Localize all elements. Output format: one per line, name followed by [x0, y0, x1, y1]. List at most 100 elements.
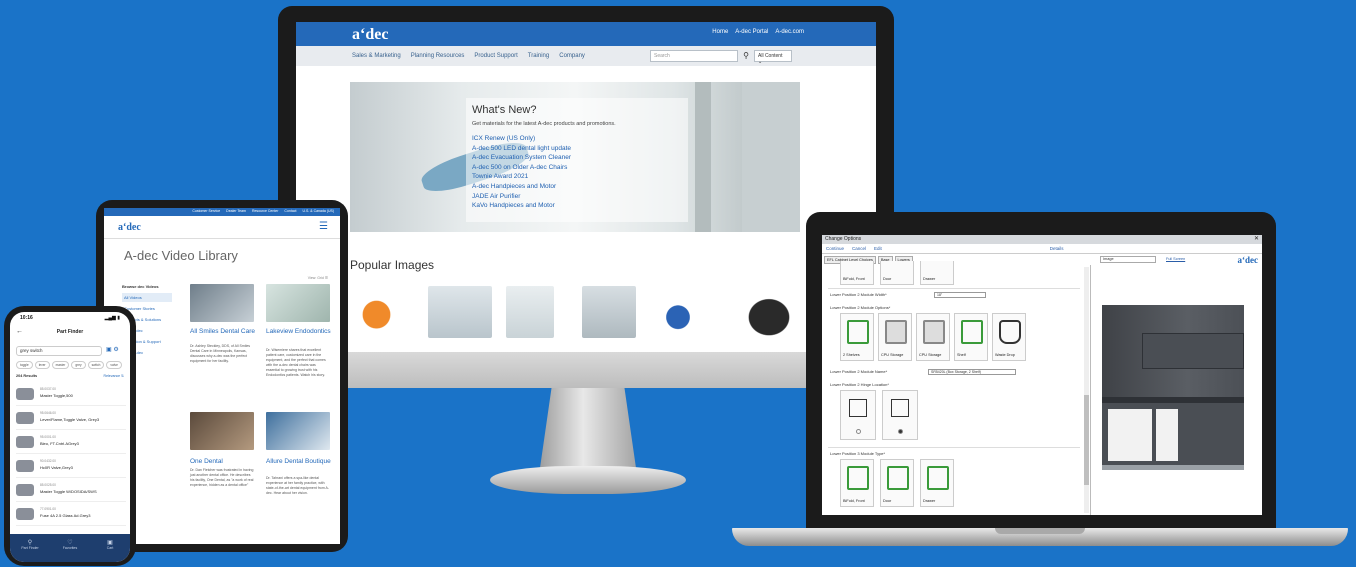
video-card-title[interactable]: All Smiles Dental Care [190, 328, 260, 336]
desktop-monitor-foot [490, 466, 686, 494]
module-type-door[interactable]: Door [880, 459, 914, 507]
whats-new-link[interactable]: JADE Air Purifier [472, 192, 682, 202]
scrollbar-thumb[interactable] [1084, 395, 1089, 485]
top-link-home[interactable]: Home [712, 29, 728, 35]
tab-part-finder[interactable]: ⚲ Part Finder [15, 539, 45, 562]
hinge-right-option[interactable] [882, 390, 918, 440]
module-type-drawer[interactable]: Drawer [920, 459, 954, 507]
whats-new-link[interactable]: A-dec 500 LED dental light update [472, 144, 682, 154]
phone-page-title: Part Finder [56, 329, 84, 335]
filter-chips: toggle lever master grey switch valve [16, 361, 126, 369]
nav-planning-resources[interactable]: Planning Resources [411, 53, 465, 59]
tablet-top-link[interactable]: U.S. & Canada (US) [302, 209, 334, 213]
module-option-cpu-storage[interactable]: CPU Storage [916, 313, 950, 361]
module-option-shelf[interactable]: Shelf [954, 313, 988, 361]
hero-photo-wall [695, 82, 711, 232]
part-image [16, 484, 34, 496]
module-width-select[interactable]: 18" [934, 292, 986, 298]
continue-button[interactable]: Continue [826, 246, 844, 251]
module-type-option[interactable]: Door [880, 261, 914, 285]
part-list-item[interactable]: 85.0037.00 Master Toggle,500 [16, 384, 126, 406]
part-list-item[interactable]: 90.0432.00 Hc0R Valve,Grey3 [16, 456, 126, 478]
view-mode-toggle[interactable]: View: Grid ☰ [308, 276, 328, 280]
module-type-bifold[interactable]: BiFold, Front [840, 459, 874, 507]
hinge-left-option[interactable] [840, 390, 876, 440]
hinge-right-radio[interactable] [898, 429, 903, 434]
part-list-item[interactable]: 77.0901.00 Fuse 4A 2.5 Glass Ad.Grey3 [16, 504, 126, 526]
phone-header: ← Part Finder [10, 328, 130, 340]
hinge-left-radio[interactable] [856, 429, 861, 434]
tab-cart[interactable]: ▣ Cart [95, 539, 125, 562]
filter-chip[interactable]: switch [87, 361, 105, 369]
filter-chip[interactable]: valve [106, 361, 122, 369]
tablet-top-link[interactable]: Customer Service [192, 209, 220, 213]
module-name-label: Lower Position 2 Module Name* [830, 369, 888, 374]
top-link-adec-com[interactable]: A-dec.com [775, 29, 804, 35]
tablet-top-link[interactable]: Dealer Team [226, 209, 246, 213]
desktop-monitor-chin [278, 352, 894, 388]
filter-chip[interactable]: toggle [16, 361, 33, 369]
module-type-option[interactable]: BiFold, Front [840, 261, 874, 285]
cpu-storage-icon [885, 320, 907, 344]
section-divider [828, 447, 1080, 448]
part-list-item[interactable]: 95.0646.00 Lever/Flame,Toggle Valve, Gre… [16, 408, 126, 430]
whats-new-link[interactable]: ICX Renew (US Only) [472, 134, 682, 144]
module-type-option[interactable]: Drawer [920, 261, 954, 285]
video-card-title[interactable]: Lakeview Endodontics [266, 328, 336, 336]
details-link[interactable]: Details [1050, 246, 1064, 251]
part-name: Lever/Flame,Toggle Valve, Grey3 [40, 417, 100, 422]
full-screen-link[interactable]: Full Screen [1166, 257, 1185, 261]
part-name: Hc0R Valve,Grey3 [40, 465, 73, 470]
module-option-cpu-storage[interactable]: CPU Storage [878, 313, 912, 361]
whats-new-link[interactable]: A-dec Evacuation System Cleaner [472, 153, 682, 163]
whats-new-link[interactable]: A-dec Handpieces and Motor [472, 182, 682, 192]
filter-chip[interactable]: master [51, 361, 70, 369]
search-icon[interactable]: ⚲ [740, 50, 752, 62]
tab-favorites[interactable]: ♡ Favorites [55, 539, 85, 562]
camera-scan-icon[interactable]: ▣ ⚙ [106, 346, 119, 353]
tablet-header-divider [104, 238, 340, 239]
sidebar-item-all-videos[interactable]: All Videos [122, 293, 172, 302]
nav-product-support[interactable]: Product Support [474, 53, 517, 59]
search-input[interactable]: Search [650, 50, 738, 62]
nav-sales-marketing[interactable]: Sales & Marketing [352, 53, 401, 59]
tablet-adec-logo[interactable]: a‘dec [118, 222, 141, 233]
video-thumbnail[interactable] [190, 412, 254, 450]
tablet-top-link[interactable]: Resource Center [252, 209, 278, 213]
cancel-button[interactable]: Cancel [852, 246, 866, 251]
part-list-item[interactable]: 85.0025.00 Master Toggle W/DOSIDA/SWS [16, 480, 126, 502]
video-thumbnail[interactable] [266, 284, 330, 322]
whats-new-link[interactable]: A-dec 500 on Older A-dec Chairs [472, 163, 682, 173]
popular-image-light-head[interactable] [734, 286, 804, 338]
nav-training[interactable]: Training [528, 53, 549, 59]
module-option-waste-drop[interactable]: Waste Drop [992, 313, 1026, 361]
view-mode-select[interactable]: Image [1100, 256, 1156, 263]
filter-chip[interactable]: grey [71, 361, 86, 369]
filter-chip[interactable]: lever [34, 361, 50, 369]
module-name-select[interactable]: SR5420L (Box Storage, 2 Shelf) [928, 369, 1016, 375]
video-thumbnail[interactable] [266, 412, 330, 450]
search-scope-select[interactable]: All Content ⌄ [754, 50, 792, 65]
video-card-title[interactable]: Allure Dental Boutique [266, 458, 336, 466]
popular-image-treatment-room[interactable] [506, 286, 554, 338]
popular-image-orange-chair[interactable] [354, 286, 404, 338]
adec-logo[interactable]: a‘dec [352, 26, 388, 44]
sort-relevance[interactable]: Relevance ⇅ [104, 374, 124, 378]
tablet-top-link[interactable]: Contact [284, 209, 296, 213]
module-option-2-shelves[interactable]: 2 Shelves [840, 313, 874, 361]
video-thumbnail[interactable] [190, 284, 254, 322]
nav-company[interactable]: Company [559, 53, 585, 59]
whats-new-link[interactable]: Townie Award 2021 [472, 172, 682, 182]
popular-image-clinic[interactable] [582, 286, 636, 338]
hamburger-menu-icon[interactable]: ☰ [319, 221, 328, 232]
top-link-portal[interactable]: A-dec Portal [735, 29, 768, 35]
popular-image-operatory[interactable] [428, 286, 492, 338]
close-icon[interactable]: ✕ [1254, 235, 1259, 242]
part-list-item[interactable]: 95.0001.00 Bleo, FT.Cntrl.AGrey3 [16, 432, 126, 454]
video-card-title[interactable]: One Dental [190, 458, 260, 466]
module-options-label: Lower Position 2 Module Options* [830, 305, 891, 310]
part-search-input[interactable]: grey switch [16, 346, 102, 356]
popular-image-blue-chair[interactable] [656, 286, 700, 338]
edit-button[interactable]: Edit [874, 246, 882, 251]
whats-new-link[interactable]: KaVo Handpieces and Motor [472, 201, 682, 211]
